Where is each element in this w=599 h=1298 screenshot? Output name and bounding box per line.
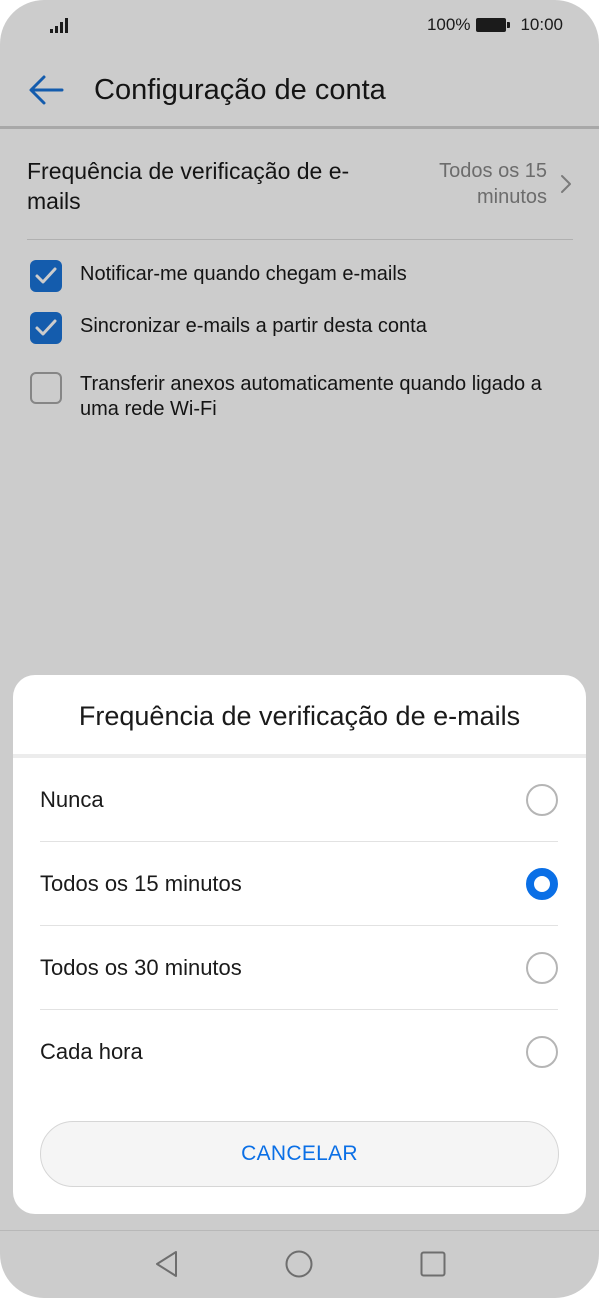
dialog-title: Frequência de verificação de e-mails — [78, 701, 521, 731]
radio-button[interactable] — [526, 784, 558, 816]
option-label: Todos os 15 minutos — [40, 871, 242, 896]
option-label: Cada hora — [40, 1039, 143, 1064]
cancel-button[interactable]: CANCELAR — [40, 1121, 559, 1187]
option-label: Todos os 30 minutos — [40, 955, 242, 980]
radio-button[interactable] — [526, 1036, 558, 1068]
radio-button-selected[interactable] — [526, 868, 558, 900]
option-every-30-minutes[interactable]: Todos os 30 minutos — [40, 926, 558, 1010]
radio-button[interactable] — [526, 952, 558, 984]
option-never[interactable]: Nunca — [40, 758, 558, 842]
option-label: Nunca — [40, 787, 104, 812]
option-every-15-minutes[interactable]: Todos os 15 minutos — [40, 842, 558, 926]
phone-screen: 100% 10:00 Configuração de conta Frequên… — [0, 0, 599, 1298]
option-every-hour[interactable]: Cada hora — [40, 1010, 558, 1094]
frequency-dialog: Frequência de verificação de e-mails Nun… — [13, 675, 586, 1214]
